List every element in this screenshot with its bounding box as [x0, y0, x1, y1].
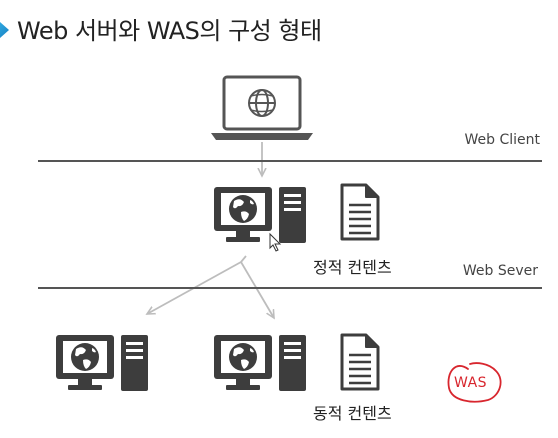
laptop-icon: [211, 75, 313, 140]
web-client-label: Web Client: [464, 132, 540, 148]
mouse-cursor-icon: [269, 232, 282, 252]
server-pc-left-icon: [56, 335, 148, 391]
static-content-label: 정적 컨텐츠: [313, 258, 392, 277]
architecture-diagram: [56, 75, 502, 403]
client-divider: [38, 160, 542, 162]
dynamic-document-icon: [340, 333, 380, 391]
was-annotation-text: WAS: [454, 375, 488, 391]
dynamic-content-label: 동적 컨텐츠: [313, 404, 392, 423]
server-fork-arrow: [240, 255, 247, 263]
server-to-was-arrow: [240, 261, 274, 318]
web-server-label: Web Sever: [462, 263, 538, 279]
static-document-icon: [340, 183, 380, 241]
server-divider: [38, 287, 542, 289]
was-pc-icon: [214, 335, 306, 391]
web-server-pc-icon: [214, 187, 306, 243]
